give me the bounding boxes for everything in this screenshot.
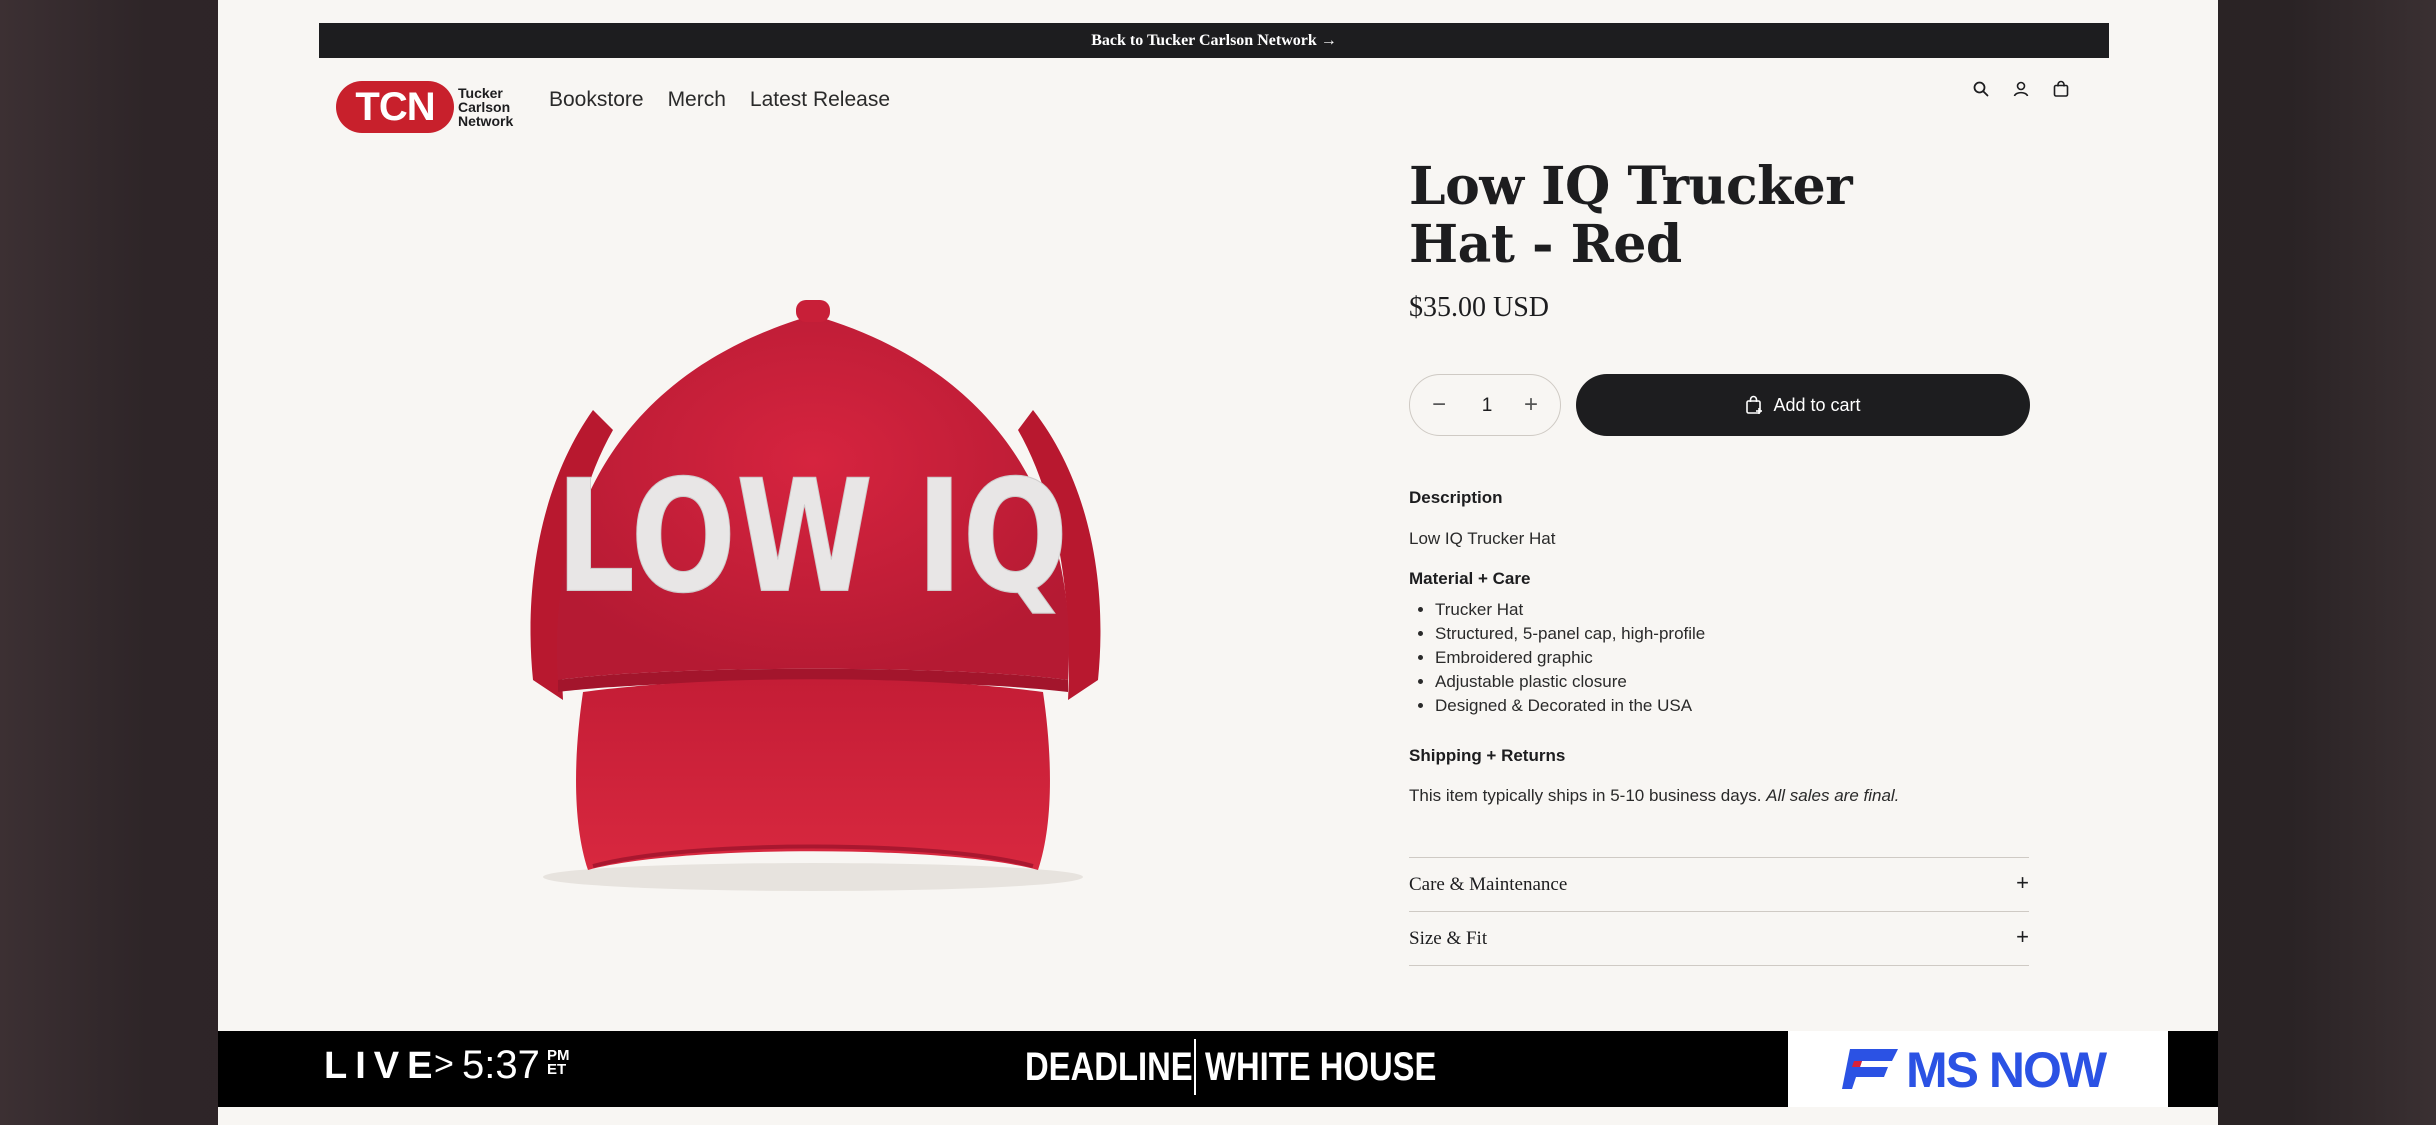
logo-wordmark: Tucker Carlson Network: [458, 86, 513, 128]
logo-line: Tucker: [458, 85, 503, 101]
account-icon[interactable]: [2012, 80, 2030, 98]
network-bug: MS NOW: [1788, 1031, 2168, 1107]
shipping-sentence: This item typically ships in 5-10 busine…: [1409, 786, 1762, 805]
accordion-divider: [1409, 965, 2029, 966]
accordion-label: Care & Maintenance: [1409, 874, 1568, 895]
main-nav: Bookstore Merch Latest Release: [549, 88, 890, 112]
quantity-stepper: − +: [1409, 374, 1561, 437]
product-image-trucker-hat[interactable]: LOW IQ: [478, 280, 1138, 910]
hat-embroidery-text: LOW IQ: [556, 448, 1068, 628]
search-icon[interactable]: [1972, 80, 1990, 98]
nav-merch[interactable]: Merch: [668, 88, 726, 112]
announcement-link[interactable]: Back to Tucker Carlson Network →: [1091, 32, 1337, 50]
list-item: Designed & Decorated in the USA: [1435, 694, 1705, 718]
network-flag-icon: [1842, 1049, 1898, 1089]
product-price: $35.00 USD: [1409, 292, 1550, 323]
logo-line: Carlson: [458, 99, 511, 115]
logo-line: Network: [458, 113, 514, 129]
plus-icon: +: [2016, 924, 2029, 949]
live-label: LIVE: [324, 1045, 441, 1087]
shipping-final-note: All sales are final.: [1766, 786, 1900, 805]
feature-list: Trucker Hat Structured, 5-panel cap, hig…: [1409, 598, 1705, 718]
description-heading: Description: [1409, 488, 1503, 507]
tcn-logo[interactable]: TCN Tucker Carlson Network: [336, 76, 518, 133]
list-item: Trucker Hat: [1435, 598, 1705, 622]
product-title: Low IQ Trucker Hat - Red: [1409, 156, 1853, 275]
accordion-care-maintenance[interactable]: Care & Maintenance +: [1409, 857, 2029, 911]
nav-bookstore[interactable]: Bookstore: [549, 88, 644, 112]
material-care-heading: Material + Care: [1409, 569, 1531, 588]
chevron-right-icon: >: [434, 1045, 454, 1083]
bag-plus-icon: [1746, 395, 1763, 414]
quantity-increase-button[interactable]: +: [1506, 375, 1556, 435]
time-zone: PM ET: [547, 1048, 570, 1078]
accordion-label: Size & Fit: [1409, 928, 1488, 949]
store-page: Back to Tucker Carlson Network → TCN Tuc…: [218, 0, 2218, 1125]
quantity-decrease-button[interactable]: −: [1414, 375, 1464, 435]
logo-badge: TCN: [336, 81, 454, 133]
accordion-size-fit[interactable]: Size & Fit +: [1409, 911, 2029, 965]
add-to-cart-label: Add to cart: [1773, 394, 1861, 415]
list-item: Adjustable plastic closure: [1435, 670, 1705, 694]
plus-icon: +: [2016, 870, 2029, 895]
show-title-part2: WHITE HOUSE: [1205, 1045, 1437, 1089]
header-icons: [1972, 80, 2070, 98]
show-title-divider: [1194, 1039, 1196, 1095]
show-title-part1: DEADLINE: [1025, 1045, 1193, 1089]
time-tz: ET: [547, 1061, 567, 1078]
cart-icon[interactable]: [2052, 80, 2070, 98]
site-header: TCN Tucker Carlson Network Bookstore Mer…: [336, 70, 2118, 135]
shipping-text: This item typically ships in 5-10 busine…: [1409, 786, 1899, 806]
list-item: Structured, 5-panel cap, high-profile: [1435, 622, 1705, 646]
broadcast-time: 5:37: [462, 1043, 540, 1087]
tv-chyron: LIVE > 5:37 PM ET DEADLINE WHITE HOUSE M…: [218, 1031, 2218, 1107]
list-item: Embroidered graphic: [1435, 646, 1705, 670]
announcement-bar[interactable]: Back to Tucker Carlson Network →: [319, 23, 2109, 58]
shipping-returns-heading: Shipping + Returns: [1409, 746, 1566, 765]
description-text: Low IQ Trucker Hat: [1409, 529, 1556, 548]
nav-latest-release[interactable]: Latest Release: [750, 88, 890, 112]
network-name: MS NOW: [1906, 1042, 2107, 1098]
add-to-cart-button[interactable]: Add to cart: [1576, 374, 2030, 436]
